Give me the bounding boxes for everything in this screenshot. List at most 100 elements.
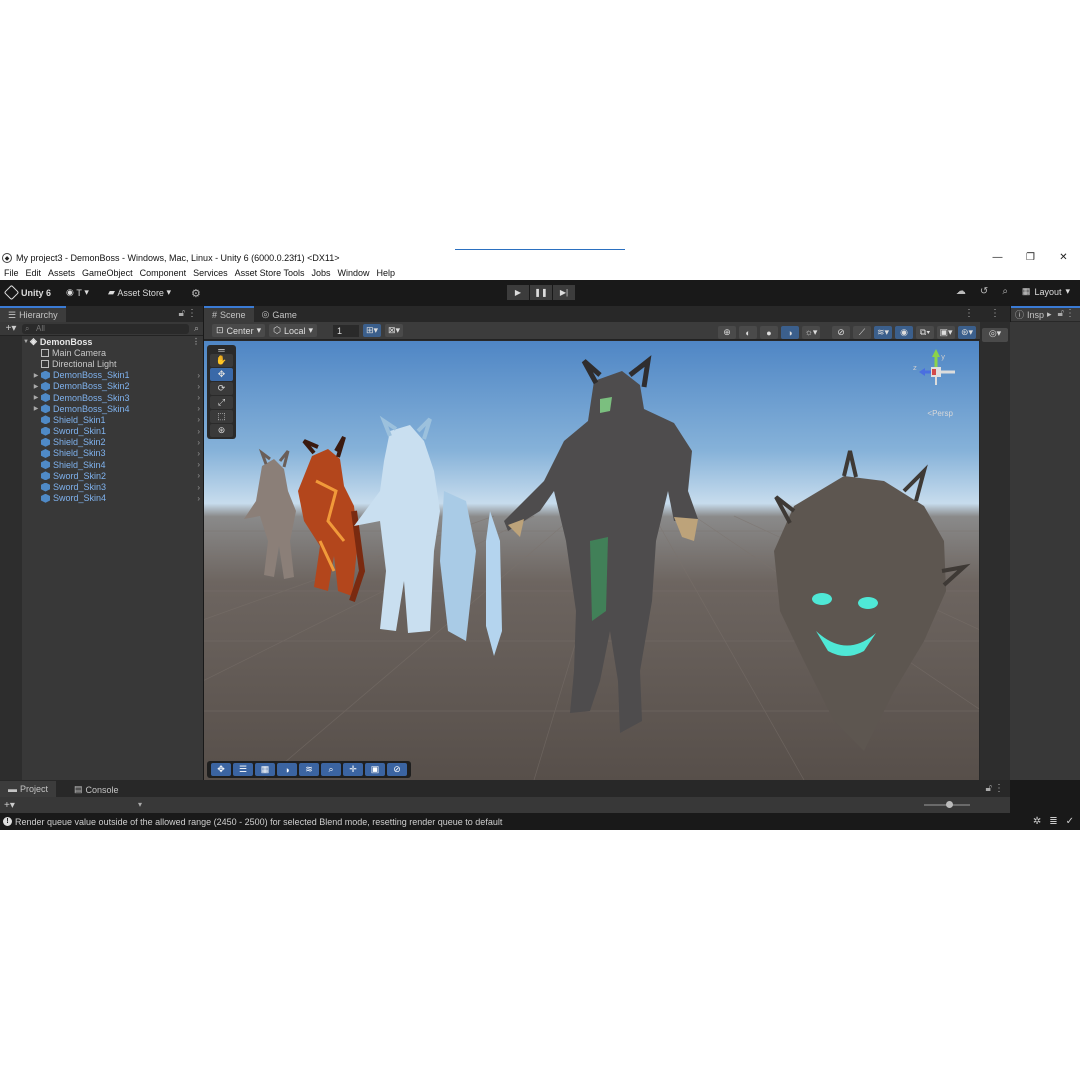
add-object-button[interactable]: +▾ (0, 323, 22, 334)
menu-edit[interactable]: Edit (26, 268, 42, 278)
orientation-gizmo[interactable]: y z (911, 347, 961, 397)
chevron-right-icon[interactable]: › (197, 393, 200, 402)
transform-tool-icon[interactable]: ⊛ (210, 424, 233, 437)
pause-button[interactable]: ❚❚ (530, 285, 552, 300)
tab-hierarchy[interactable]: ☰ Hierarchy (0, 306, 66, 322)
rect-tool-icon[interactable]: ⬚ (210, 410, 233, 423)
rotate-tool-icon[interactable]: ⟳ (210, 382, 233, 395)
overlay-layers-icon[interactable]: ≋ (299, 763, 319, 776)
hierarchy-item[interactable]: Sword_Skin3 › (0, 481, 203, 492)
side-orbit-icon[interactable]: ◎▾ (982, 328, 1008, 342)
hand-tool-icon[interactable]: ✋ (210, 354, 233, 367)
chevron-right-icon[interactable]: › (197, 483, 200, 492)
bug-icon[interactable]: ✲ (1033, 816, 1041, 827)
step-button[interactable]: ▶| (553, 285, 575, 300)
draw-mode-icon[interactable]: ⊕ (718, 326, 736, 339)
lock-icon[interactable]: 🔓︎ (179, 308, 185, 319)
palette-grip-icon[interactable]: ═ (210, 345, 233, 355)
visibility-eye-icon[interactable]: ◉ (895, 326, 913, 339)
gizmos-icon[interactable]: ⊛▾ (958, 326, 976, 339)
restore-button[interactable]: ❐ (1014, 250, 1047, 266)
expand-arrow-icon[interactable]: ▶ (32, 383, 40, 390)
kebab-menu-icon[interactable]: ⋮ (192, 337, 200, 346)
kebab-menu-icon[interactable]: ⋮ (994, 783, 1004, 794)
expand-arrow-icon[interactable]: ▶ (32, 394, 40, 401)
camera-settings-icon[interactable]: ▣▾ (937, 326, 955, 339)
icon-size-slider-knob[interactable] (946, 801, 953, 808)
overlay-orbit-icon[interactable]: ◑ (277, 763, 297, 776)
menu-gameobject[interactable]: GameObject (82, 268, 133, 278)
check-circle-icon[interactable]: ✓ (1066, 816, 1074, 827)
hierarchy-item[interactable]: Shield_Skin1 › (0, 414, 203, 425)
grid-snap-button[interactable]: ⊞▾ (363, 324, 381, 337)
hierarchy-item[interactable]: Sword_Skin1 › (0, 426, 203, 437)
settings-gear-icon[interactable]: ⚙ (191, 287, 201, 300)
hierarchy-item[interactable]: Sword_Skin2 › (0, 470, 203, 481)
perspective-label[interactable]: <Persp (927, 409, 953, 418)
tab-console[interactable]: ▤ Console (66, 782, 127, 797)
chevron-right-icon[interactable]: › (197, 415, 200, 424)
pivot-mode-dropdown[interactable]: ⊡ Center ▾ (212, 324, 266, 337)
chevron-right-icon[interactable]: › (197, 460, 200, 469)
layout-dropdown[interactable]: ▦ Layout ▾ (1022, 286, 1070, 297)
audio-toggle-icon[interactable]: ⊘ (832, 326, 850, 339)
chevron-right-icon[interactable]: › (197, 371, 200, 380)
expand-arrow-icon[interactable]: ▶ (32, 405, 40, 412)
kebab-menu-icon[interactable]: ⋮ (964, 308, 974, 319)
kebab-menu-icon[interactable]: ⋮ (1065, 308, 1075, 319)
hierarchy-item[interactable]: Directional Light (0, 358, 203, 369)
play-button[interactable]: ▶ (507, 285, 529, 300)
render-pipeline-icon[interactable]: ≣ (1049, 816, 1057, 827)
scene-viewport[interactable]: ═ ✋ ✥ ⟳ ⤢ ⬚ ⊛ y z <Persp ✥ ☰ ▦ ◑ ≋ ⌕ ✛ ▣… (204, 341, 979, 780)
hierarchy-item[interactable]: ▶ DemonBoss_Skin4 › (0, 403, 203, 414)
menu-window[interactable]: Window (338, 268, 370, 278)
lock-icon[interactable]: 🔓︎ (986, 783, 992, 794)
chevron-right-icon[interactable]: › (197, 438, 200, 447)
overlay-search-icon[interactable]: ⌕ (321, 763, 341, 776)
hierarchy-item[interactable]: Shield_Skin3 › (0, 448, 203, 459)
tab-project[interactable]: ▬ Project (0, 781, 57, 797)
hierarchy-item[interactable]: Main Camera (0, 347, 203, 358)
overlay-compass-icon[interactable]: ⊘ (387, 763, 407, 776)
tab-scene[interactable]: # Scene (204, 306, 254, 322)
hierarchy-item[interactable]: Shield_Skin4 › (0, 459, 203, 470)
menu-jobs[interactable]: Jobs (312, 268, 331, 278)
overlay-grid-icon[interactable]: ▦ (255, 763, 275, 776)
pivot-space-dropdown[interactable]: ⬡ Local ▾ (269, 324, 317, 337)
overlay-pan-icon[interactable]: ✛ (343, 763, 363, 776)
chevron-right-icon[interactable]: › (197, 404, 200, 413)
overlay-move-icon[interactable]: ✥ (211, 763, 231, 776)
scale-tool-icon[interactable]: ⤢ (210, 396, 233, 409)
asset-store-dropdown[interactable]: ▰ Asset Store ▾ (108, 287, 171, 298)
chevron-right-icon[interactable]: › (197, 427, 200, 436)
layers-icon[interactable]: ≋▾ (874, 326, 892, 339)
scene-camera-icon[interactable]: ⧉▾ (916, 326, 934, 339)
hierarchy-item[interactable]: Sword_Skin4 › (0, 493, 203, 504)
close-button[interactable]: ✕ (1047, 250, 1080, 266)
menu-assets[interactable]: Assets (48, 268, 75, 278)
search-filter-icon[interactable]: ⌕ (194, 323, 199, 334)
chevron-right-icon[interactable]: › (197, 494, 200, 503)
expand-arrow-icon[interactable]: ▼ (22, 339, 30, 345)
hierarchy-item[interactable]: ▶ DemonBoss_Skin3 › (0, 392, 203, 403)
chevron-right-icon[interactable]: › (197, 382, 200, 391)
menu-file[interactable]: File (4, 268, 19, 278)
move-tool-icon[interactable]: ✥ (210, 368, 233, 381)
effects-icon[interactable]: ☼▾ (802, 326, 820, 339)
tab-game[interactable]: ◎ Game (254, 307, 305, 322)
hierarchy-item[interactable]: Shield_Skin2 › (0, 437, 203, 448)
search-icon[interactable]: ⌕ (1002, 286, 1008, 297)
account-dropdown[interactable]: ◉ T ▾ (66, 287, 89, 298)
kebab-menu-icon[interactable]: ⋮ (990, 308, 1000, 319)
lighting-toggle-icon[interactable]: ◑ (781, 326, 799, 339)
hierarchy-root-scene[interactable]: ▼ ◈ DemonBoss ⋮ (0, 336, 203, 347)
overlay-camera-icon[interactable]: ▣ (365, 763, 385, 776)
chevron-right-icon[interactable]: › (197, 449, 200, 458)
grid-size-field[interactable]: 1 (333, 324, 359, 337)
menu-component[interactable]: Component (140, 268, 187, 278)
hierarchy-item[interactable]: ▶ DemonBoss_Skin2 › (0, 381, 203, 392)
menu-asset-store-tools[interactable]: Asset Store Tools (235, 268, 305, 278)
shaded-icon[interactable]: ● (760, 326, 778, 339)
status-message[interactable]: Render queue value outside of the allowe… (15, 817, 502, 827)
cloud-icon[interactable]: ☁ (956, 286, 966, 297)
